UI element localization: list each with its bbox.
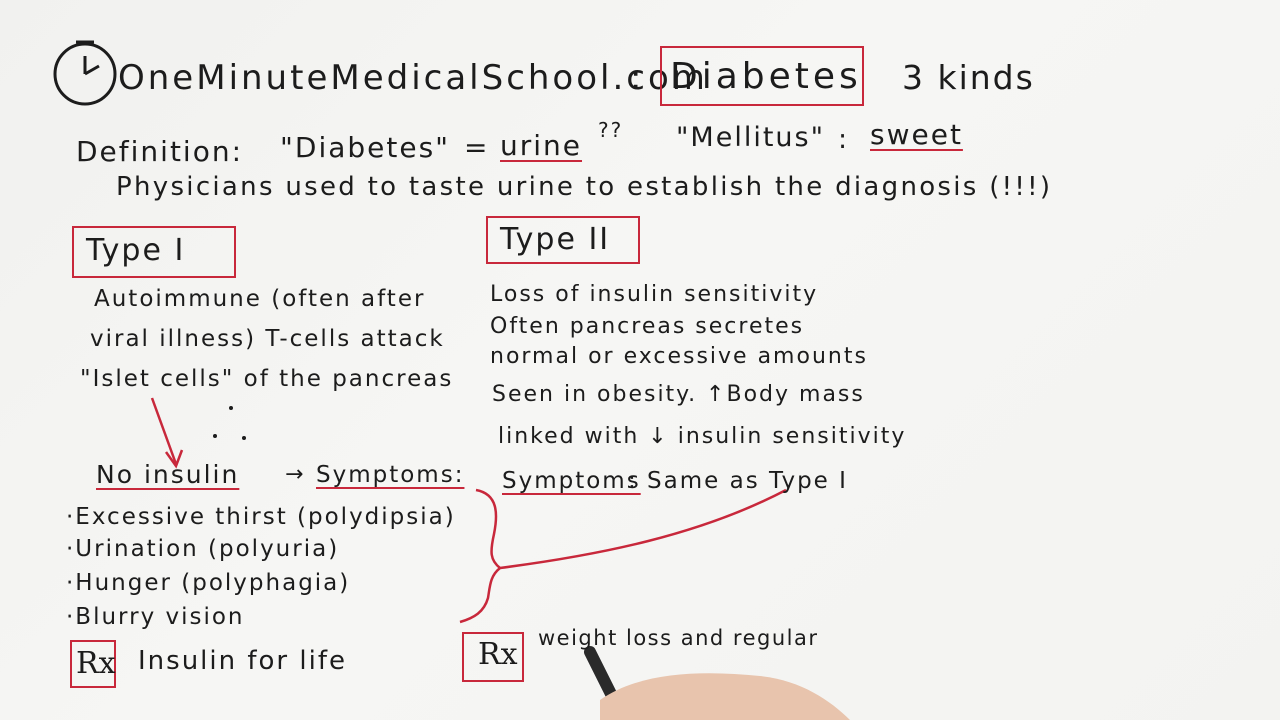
type1-rx-symbol: Rx bbox=[76, 646, 116, 681]
type1-line-2: viral illness) T-cells attack bbox=[90, 326, 445, 352]
history-line: Physicians used to taste urine to establ… bbox=[116, 172, 1053, 202]
urine-word: urine bbox=[500, 129, 583, 162]
symptoms-brace bbox=[459, 488, 787, 624]
type2-symptoms-text: : Same as Type I bbox=[628, 468, 848, 494]
definition-label: Definition: bbox=[76, 135, 244, 168]
kinds-label: 3 kinds bbox=[902, 58, 1035, 97]
dots bbox=[213, 406, 246, 440]
hand-with-marker bbox=[584, 646, 850, 720]
no-insulin: No insulin bbox=[96, 460, 240, 489]
header-colon: : bbox=[630, 58, 644, 98]
type2-line-4: Seen in obesity. ↑Body mass bbox=[492, 382, 865, 407]
clock-icon bbox=[53, 40, 117, 106]
no-insulin-arrow: → bbox=[285, 462, 306, 487]
type1-symptoms-label: Symptoms: bbox=[316, 462, 465, 488]
symptom-thirst: ·Excessive thirst (polydipsia) bbox=[66, 504, 456, 530]
mellitus-word: "Mellitus" bbox=[676, 122, 826, 153]
question-marks: ?? bbox=[598, 118, 624, 142]
whiteboard: OneMinuteMedicalSchool.com : Diabetes 3 … bbox=[0, 0, 1280, 720]
type2-rx-symbol: Rx bbox=[478, 637, 518, 672]
brand-title: OneMinuteMedicalSchool.com bbox=[118, 58, 708, 98]
type2-line-3: normal or excessive amounts bbox=[490, 344, 868, 369]
type2-treatment: weight loss and regular bbox=[538, 626, 819, 650]
symptom-urination: ·Urination (polyuria) bbox=[66, 536, 340, 562]
topic-title: Diabetes bbox=[670, 56, 862, 97]
definition-equals: = bbox=[464, 131, 490, 164]
type2-line-2: Often pancreas secretes bbox=[490, 314, 805, 339]
type2-line-1: Loss of insulin sensitivity bbox=[490, 282, 819, 307]
type2-symptoms-label: Symptoms bbox=[502, 468, 641, 494]
type1-treatment: Insulin for life bbox=[138, 646, 347, 676]
symptom-hunger: ·Hunger (polyphagia) bbox=[66, 570, 351, 596]
type2-title: Type II bbox=[500, 222, 611, 257]
type1-line-3: "Islet cells" of the pancreas bbox=[80, 366, 454, 392]
sweet-word: sweet bbox=[870, 118, 963, 151]
mellitus-colon: : bbox=[838, 124, 850, 155]
symptom-vision: ·Blurry vision bbox=[66, 604, 245, 630]
type1-title: Type I bbox=[86, 233, 186, 268]
type2-line-5: linked with ↓ insulin sensitivity bbox=[498, 424, 907, 449]
islet-to-no-insulin-arrow bbox=[150, 397, 184, 469]
diabetes-word: "Diabetes" bbox=[280, 131, 451, 164]
type1-line-1: Autoimmune (often after bbox=[94, 286, 426, 312]
